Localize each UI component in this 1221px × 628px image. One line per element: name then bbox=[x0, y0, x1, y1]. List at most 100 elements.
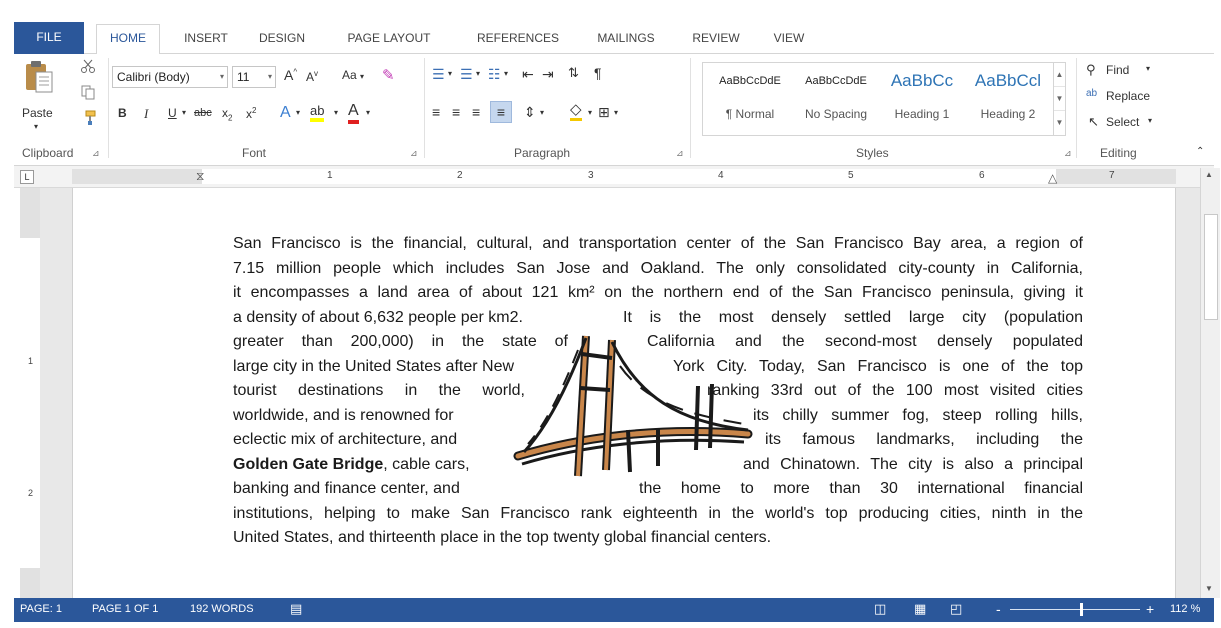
cut-icon[interactable] bbox=[80, 58, 96, 74]
read-mode-icon[interactable]: ◫ bbox=[874, 601, 886, 617]
font-launcher-icon[interactable]: ⊿ bbox=[410, 148, 418, 159]
multilevel-list-dropdown-icon[interactable]: ▾ bbox=[504, 69, 508, 78]
plain-text: , cable cars, bbox=[383, 455, 470, 473]
align-right-icon[interactable]: ≡ bbox=[472, 104, 480, 120]
status-page[interactable]: PAGE: 1 bbox=[20, 603, 62, 615]
bullets-icon[interactable]: ☰ bbox=[432, 66, 445, 83]
tab-file[interactable]: FILE bbox=[14, 22, 84, 54]
chevron-down-icon: ▾ bbox=[219, 72, 224, 81]
line-spacing-dropdown-icon[interactable]: ▾ bbox=[540, 108, 544, 117]
cursor-icon: ↖ bbox=[1088, 114, 1099, 129]
numbering-icon[interactable]: ☰ bbox=[460, 66, 473, 83]
tab-review[interactable]: REVIEW bbox=[686, 28, 746, 54]
paste-dropdown-icon[interactable]: ▾ bbox=[34, 122, 38, 131]
proofing-icon[interactable]: ▤ bbox=[290, 601, 302, 617]
select-button[interactable]: ↖ Select ▾ bbox=[1086, 114, 1166, 134]
highlight-dropdown-icon[interactable]: ▾ bbox=[334, 108, 338, 117]
status-bar: PAGE: 1 PAGE 1 OF 1 192 WORDS ▤ ◫ ▦ ◰ - … bbox=[14, 598, 1214, 622]
align-left-icon[interactable]: ≡ bbox=[432, 104, 440, 120]
font-color-icon[interactable]: A bbox=[348, 102, 359, 124]
style-heading-2[interactable]: AaBbCcl Heading 2 bbox=[965, 63, 1051, 135]
style-normal[interactable]: AaBbCcDdE ¶ Normal bbox=[707, 63, 793, 135]
scrollbar-thumb[interactable] bbox=[1204, 214, 1218, 320]
change-case-button[interactable]: Aa ▾ bbox=[342, 68, 364, 82]
tab-selector-icon[interactable]: L bbox=[20, 170, 34, 184]
style-heading-1[interactable]: AaBbCc Heading 1 bbox=[879, 63, 965, 135]
strikethrough-icon[interactable]: abc bbox=[194, 107, 212, 119]
status-word-count[interactable]: 192 WORDS bbox=[190, 603, 254, 615]
format-painter-icon[interactable] bbox=[80, 110, 96, 126]
zoom-level[interactable]: 112 % bbox=[1170, 603, 1200, 615]
text-effects-dropdown-icon[interactable]: ▾ bbox=[296, 108, 300, 117]
tab-home[interactable]: HOME bbox=[96, 24, 160, 55]
decrease-indent-icon[interactable]: ⇤ bbox=[522, 66, 534, 83]
vertical-scrollbar[interactable]: ▲ ▼ bbox=[1200, 168, 1220, 598]
find-button[interactable]: ⚲ Find ▾ bbox=[1086, 62, 1166, 82]
copy-icon[interactable] bbox=[80, 84, 96, 100]
golden-gate-bridge-image[interactable] bbox=[508, 326, 758, 486]
justify-icon[interactable]: ≡ bbox=[490, 101, 512, 123]
bold-icon[interactable]: B bbox=[118, 106, 127, 120]
print-layout-icon[interactable]: ▦ bbox=[914, 601, 926, 617]
document-page[interactable]: San Francisco is the financial, cultural… bbox=[72, 188, 1176, 598]
zoom-out-button[interactable]: - bbox=[996, 601, 1001, 617]
grow-font-icon[interactable]: A^ bbox=[284, 67, 297, 83]
scroll-up-icon[interactable]: ▲ bbox=[1205, 170, 1213, 179]
binoculars-icon: ⚲ bbox=[1086, 62, 1096, 77]
wrap-right-text: and Chinatown. The city is also a princi… bbox=[743, 455, 1083, 473]
sort-icon[interactable]: ⇅ bbox=[568, 65, 579, 81]
tab-page-layout[interactable]: PAGE LAYOUT bbox=[336, 28, 442, 54]
zoom-slider-thumb[interactable] bbox=[1080, 603, 1083, 616]
scroll-up-icon[interactable]: ▲ bbox=[1054, 63, 1065, 87]
more-styles-icon[interactable]: ▼ bbox=[1054, 111, 1065, 135]
bullets-dropdown-icon[interactable]: ▾ bbox=[448, 69, 452, 78]
paste-button[interactable]: Paste ▾ bbox=[22, 60, 58, 134]
tab-view[interactable]: VIEW bbox=[766, 28, 812, 54]
font-name-combo[interactable]: Calibri (Body) ▾ bbox=[112, 66, 228, 88]
ruler-number: 1 bbox=[327, 170, 333, 181]
scroll-down-icon[interactable]: ▼ bbox=[1205, 584, 1213, 593]
style-preview: AaBbCcDdE bbox=[719, 75, 781, 87]
borders-icon[interactable]: ⊞ bbox=[598, 104, 610, 121]
font-color-dropdown-icon[interactable]: ▾ bbox=[366, 108, 370, 117]
align-center-icon[interactable]: ≡ bbox=[452, 104, 460, 120]
tab-mailings[interactable]: MAILINGS bbox=[584, 28, 668, 54]
superscript-icon[interactable]: x2 bbox=[246, 106, 256, 121]
tab-insert[interactable]: INSERT bbox=[178, 28, 234, 54]
text-effects-icon[interactable]: A bbox=[280, 104, 291, 122]
italic-icon[interactable]: I bbox=[144, 106, 148, 122]
styles-launcher-icon[interactable]: ⊿ bbox=[1064, 148, 1072, 159]
underline-icon[interactable]: U bbox=[168, 106, 177, 120]
paragraph-launcher-icon[interactable]: ⊿ bbox=[676, 148, 684, 159]
scroll-down-icon[interactable]: ▼ bbox=[1054, 87, 1065, 111]
style-no-spacing[interactable]: AaBbCcDdE No Spacing bbox=[793, 63, 879, 135]
show-formatting-icon[interactable]: ¶ bbox=[594, 65, 602, 81]
multilevel-list-icon[interactable]: ☷ bbox=[488, 66, 501, 83]
tab-design[interactable]: DESIGN bbox=[252, 28, 312, 54]
tab-references[interactable]: REFERENCES bbox=[468, 28, 568, 54]
collapse-ribbon-icon[interactable]: ⌃ bbox=[1196, 146, 1204, 157]
first-line-indent-marker[interactable]: ⧖ bbox=[196, 169, 204, 184]
zoom-in-button[interactable]: + bbox=[1146, 601, 1154, 617]
shading-icon[interactable]: ◇ bbox=[570, 102, 582, 121]
status-page-of[interactable]: PAGE 1 OF 1 bbox=[92, 603, 158, 615]
web-layout-icon[interactable]: ◰ bbox=[950, 601, 962, 617]
highlight-icon[interactable]: ab bbox=[310, 104, 325, 122]
font-size-combo[interactable]: 11 ▾ bbox=[232, 66, 276, 88]
line-spacing-icon[interactable]: ⇕ bbox=[524, 104, 536, 121]
increase-indent-icon[interactable]: ⇥ bbox=[542, 66, 554, 83]
ruler-number: 2 bbox=[457, 170, 463, 181]
editing-group-label: Editing bbox=[1100, 146, 1137, 160]
underline-dropdown-icon[interactable]: ▾ bbox=[182, 108, 186, 117]
right-indent-marker[interactable]: △ bbox=[1048, 171, 1057, 185]
numbering-dropdown-icon[interactable]: ▾ bbox=[476, 69, 480, 78]
clear-formatting-icon[interactable]: ✎ bbox=[382, 66, 395, 84]
zoom-slider-track[interactable] bbox=[1010, 609, 1140, 610]
subscript-icon[interactable]: x2 bbox=[222, 106, 232, 122]
borders-dropdown-icon[interactable]: ▾ bbox=[614, 108, 618, 117]
replace-button[interactable]: ab Replace bbox=[1086, 88, 1166, 108]
clipboard-launcher-icon[interactable]: ⊿ bbox=[92, 148, 100, 159]
shrink-font-icon[interactable]: Av bbox=[306, 69, 318, 84]
font-name-value: Calibri (Body) bbox=[117, 70, 190, 84]
shading-dropdown-icon[interactable]: ▾ bbox=[588, 108, 592, 117]
